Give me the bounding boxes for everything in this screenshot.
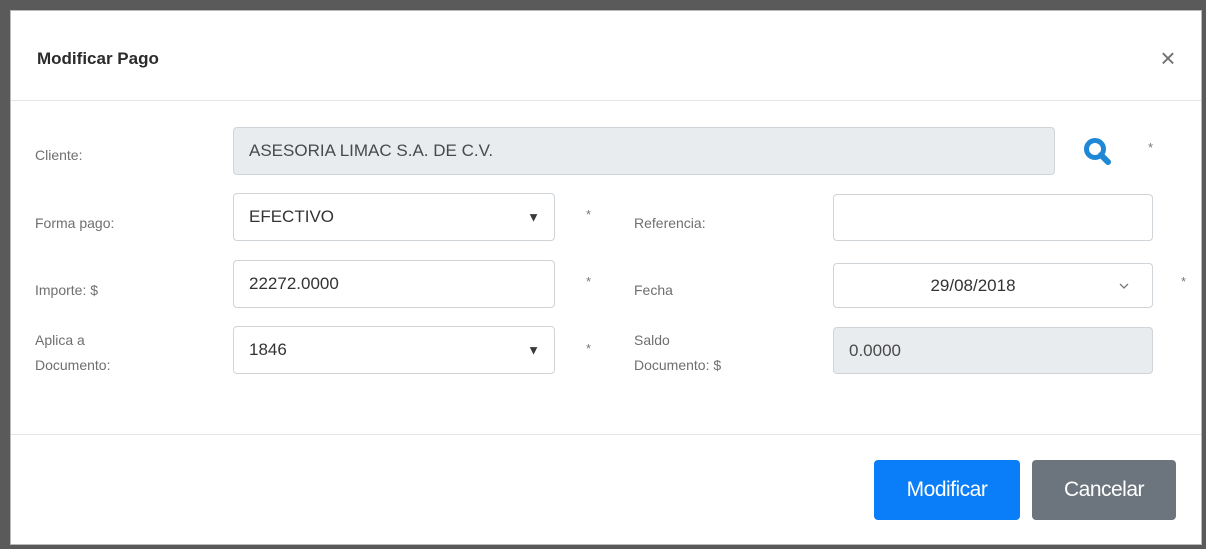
chevron-down-icon: ▼ xyxy=(527,209,540,225)
aplica-documento-required-mark: * xyxy=(586,341,592,356)
aplica-documento-label: Aplica a Documento: xyxy=(35,331,110,375)
saldo-documento-label-line1: Saldo xyxy=(634,332,670,348)
aplica-documento-select[interactable]: 1846 ▼ xyxy=(233,326,555,374)
cancelar-button[interactable]: Cancelar xyxy=(1032,460,1176,520)
importe-input[interactable]: 22272.0000 xyxy=(233,260,555,308)
importe-label: Importe: $ xyxy=(35,282,99,298)
importe-value: 22272.0000 xyxy=(249,274,339,293)
modal-title: Modificar Pago xyxy=(37,49,159,68)
saldo-documento-label: Saldo Documento: $ xyxy=(634,331,721,375)
modificar-button[interactable]: Modificar xyxy=(874,460,1020,520)
cliente-field: ASESORIA LIMAC S.A. DE C.V. xyxy=(233,127,1055,175)
footer-divider xyxy=(11,434,1201,435)
referencia-input[interactable] xyxy=(833,194,1153,241)
aplica-documento-value: 1846 xyxy=(249,340,287,359)
aplica-documento-label-line2: Documento: xyxy=(35,357,111,373)
saldo-documento-field: 0.0000 xyxy=(833,327,1153,374)
modificar-pago-dialog: Modificar Pago × Cliente: ASESORIA LIMAC… xyxy=(10,10,1202,545)
forma-pago-select[interactable]: EFECTIVO ▼ xyxy=(233,193,555,241)
close-icon[interactable]: × xyxy=(1155,45,1181,71)
chevron-down-icon: ▼ xyxy=(527,342,540,358)
cliente-label: Cliente: xyxy=(35,147,83,163)
saldo-documento-value: 0.0000 xyxy=(849,340,901,360)
importe-required-mark: * xyxy=(586,274,592,289)
cliente-required-mark: * xyxy=(1148,140,1154,155)
referencia-label: Referencia: xyxy=(634,215,706,231)
fecha-date-picker[interactable]: 29/08/2018 xyxy=(833,263,1153,308)
chevron-down-icon xyxy=(1119,283,1129,289)
forma-pago-value: EFECTIVO xyxy=(249,207,335,226)
saldo-documento-label-line2: Documento: $ xyxy=(634,357,722,373)
fecha-value: 29/08/2018 xyxy=(930,275,1016,295)
forma-pago-label: Forma pago: xyxy=(35,215,115,231)
fecha-label: Fecha xyxy=(634,282,673,298)
cliente-value: ASESORIA LIMAC S.A. DE C.V. xyxy=(249,141,494,160)
fecha-required-mark: * xyxy=(1181,274,1187,289)
search-icon[interactable] xyxy=(1083,137,1113,167)
modal-header: Modificar Pago × xyxy=(11,11,1201,101)
aplica-documento-label-line1: Aplica a xyxy=(35,332,85,348)
forma-pago-required-mark: * xyxy=(586,207,592,222)
